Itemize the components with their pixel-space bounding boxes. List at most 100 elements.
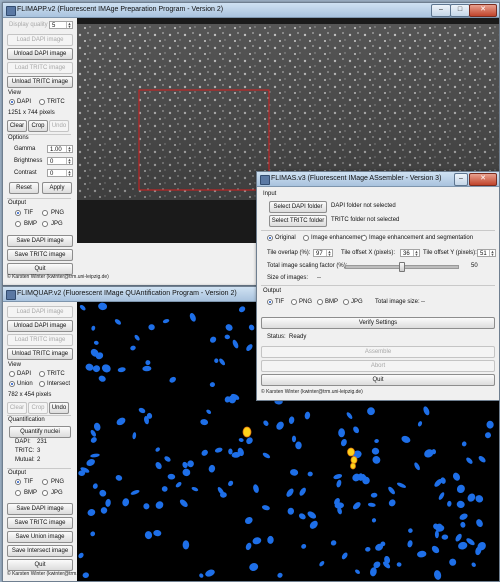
nucleus-blob — [238, 306, 246, 313]
unload-dapi-button[interactable]: Unload DAPI image — [7, 48, 73, 60]
gamma-label: Gamma — [14, 146, 36, 152]
save-dapi-button[interactable]: Save DAPI image — [7, 503, 73, 515]
output-bmp-radio[interactable] — [15, 221, 21, 227]
nucleus-blob — [214, 358, 219, 363]
assemble-button[interactable]: Assemble — [261, 346, 495, 358]
minimize-icon[interactable]: – — [454, 173, 468, 186]
output-label: Output — [8, 470, 27, 476]
load-dapi-button[interactable]: Load DAPI image — [7, 34, 73, 46]
close-icon[interactable]: ✕ — [469, 4, 497, 17]
nucleus-blob — [441, 534, 449, 540]
status-label: Status: — [267, 334, 286, 340]
view-union-radio[interactable] — [9, 381, 15, 387]
maximize-icon[interactable]: □ — [450, 4, 470, 17]
output-png-label: PNG — [299, 299, 313, 305]
quit-button[interactable]: Quit — [7, 559, 73, 571]
view-intersect-radio[interactable] — [39, 381, 45, 387]
output-bmp-radio[interactable] — [15, 490, 21, 496]
spinner-arrows-icon[interactable]: ▲ ▼ — [66, 146, 72, 153]
save-tritc-button[interactable]: Save TRITC image — [7, 249, 73, 261]
output-png-radio[interactable] — [42, 479, 48, 485]
close-icon[interactable]: ✕ — [469, 173, 497, 186]
image-size-text: 782 x 454 pixels — [8, 392, 52, 398]
apply-button[interactable]: Apply — [42, 182, 72, 194]
nucleus-blob — [246, 437, 253, 445]
nucleus-blob — [288, 416, 295, 424]
spinner-arrows-icon[interactable]: ▲ ▼ — [326, 250, 332, 257]
nucleus-blob — [122, 498, 130, 507]
undo-button[interactable]: Undo — [49, 402, 69, 414]
spinner-arrows-icon[interactable]: ▲ ▼ — [66, 158, 72, 165]
nucleus-blob — [245, 542, 252, 551]
load-tritc-button[interactable]: Load TRITC image — [7, 334, 73, 346]
nucleus-blob — [214, 447, 223, 453]
nucleus-blob — [388, 499, 396, 507]
display-quality-spinner[interactable]: 5 ▲ ▼ — [49, 21, 73, 29]
verify-settings-button[interactable]: Verify Settings — [261, 317, 495, 329]
view-tritc-label: TRITC — [47, 99, 65, 105]
nucleus-blob — [370, 492, 378, 498]
output-png-radio[interactable] — [42, 210, 48, 216]
save-tritc-button[interactable]: Save TRITC image — [7, 517, 73, 529]
abort-button[interactable]: Abort — [261, 360, 495, 372]
unload-dapi-button[interactable]: Unload DAPI image — [7, 320, 73, 332]
output-tif-radio[interactable] — [15, 479, 21, 485]
output-tif-radio[interactable] — [15, 210, 21, 216]
output-jpg-label: JPG — [51, 490, 63, 496]
output-jpg-radio[interactable] — [42, 221, 48, 227]
mode-enh-seg-radio[interactable] — [361, 235, 367, 241]
save-intersect-button[interactable]: Save Intersect image — [7, 545, 73, 557]
output-bmp-radio[interactable] — [317, 299, 323, 305]
flimapp-titlebar[interactable]: FLIMAPP.v2 (Fluorescent IMAge Preparatio… — [3, 3, 499, 18]
tile-overlap-spinner[interactable]: 97 ▲ ▼ — [313, 249, 333, 257]
undo-button[interactable]: Undo — [49, 120, 69, 132]
spinner-arrows-icon[interactable]: ▲ ▼ — [66, 22, 72, 29]
crop-button[interactable]: Crop — [28, 120, 48, 132]
nucleus-blob — [155, 447, 160, 452]
unload-tritc-button[interactable]: Unload TRITC image — [7, 348, 73, 360]
load-tritc-button[interactable]: Load TRITC image — [7, 62, 73, 74]
select-dapi-folder-button[interactable]: Select DAPI folder — [269, 201, 327, 213]
view-dapi-radio[interactable] — [9, 371, 15, 377]
contrast-spinner[interactable]: 0 ▲ ▼ — [47, 169, 73, 177]
reset-button[interactable]: Reset — [9, 182, 39, 194]
crop-button[interactable]: Crop — [28, 402, 48, 414]
nucleus-blob — [99, 489, 107, 497]
quantify-nuclei-button[interactable]: Quantify nuclei — [9, 426, 71, 438]
quit-button[interactable]: Quit — [261, 374, 495, 386]
slider-thumb[interactable] — [399, 262, 405, 272]
clear-button[interactable]: Clear — [7, 402, 27, 414]
save-dapi-button[interactable]: Save DAPI image — [7, 235, 73, 247]
output-png-radio[interactable] — [291, 299, 297, 305]
mutual-nucleus-blob — [350, 462, 356, 470]
nucleus-blob — [130, 489, 140, 495]
output-tif-radio[interactable] — [267, 299, 273, 305]
mode-original-radio[interactable] — [267, 235, 273, 241]
select-tritc-folder-button[interactable]: Select TRITC folder — [269, 215, 327, 227]
spinner-arrows-icon[interactable]: ▲ ▼ — [66, 170, 72, 177]
tile-offset-x-spinner[interactable]: 36 ▲ ▼ — [400, 249, 420, 257]
clear-button[interactable]: Clear — [7, 120, 27, 132]
minimize-icon[interactable]: – — [431, 4, 451, 17]
view-dapi-radio[interactable] — [9, 99, 15, 105]
divider — [7, 198, 71, 199]
view-tritc-radio[interactable] — [39, 99, 45, 105]
output-jpg-radio[interactable] — [343, 299, 349, 305]
scaling-factor-slider[interactable] — [345, 262, 459, 272]
view-tritc-radio[interactable] — [39, 371, 45, 377]
flimas-titlebar[interactable]: FLIMAS.v3 (Fluorescent IMage ASsembler -… — [257, 172, 499, 187]
save-union-button[interactable]: Save Union image — [7, 531, 73, 543]
gamma-spinner[interactable]: 1.00 ▲ ▼ — [47, 145, 73, 153]
tile-overlap-label: Tile overlap (%): — [267, 250, 311, 256]
spinner-arrows-icon[interactable]: ▲ ▼ — [413, 250, 419, 257]
tile-offset-y-spinner[interactable]: 51 ▲ ▼ — [477, 249, 496, 257]
spinner-arrows-icon[interactable]: ▲ ▼ — [489, 250, 495, 257]
nucleus-blob — [475, 495, 484, 503]
brightness-spinner[interactable]: 0 ▲ ▼ — [47, 157, 73, 165]
unload-tritc-button[interactable]: Unload TRITC image — [7, 76, 73, 88]
load-dapi-button[interactable]: Load DAPI image — [7, 306, 73, 318]
nucleus-blob — [262, 452, 271, 459]
mode-original-label: Original — [275, 235, 296, 241]
output-jpg-radio[interactable] — [42, 490, 48, 496]
mode-enhancement-radio[interactable] — [303, 235, 309, 241]
